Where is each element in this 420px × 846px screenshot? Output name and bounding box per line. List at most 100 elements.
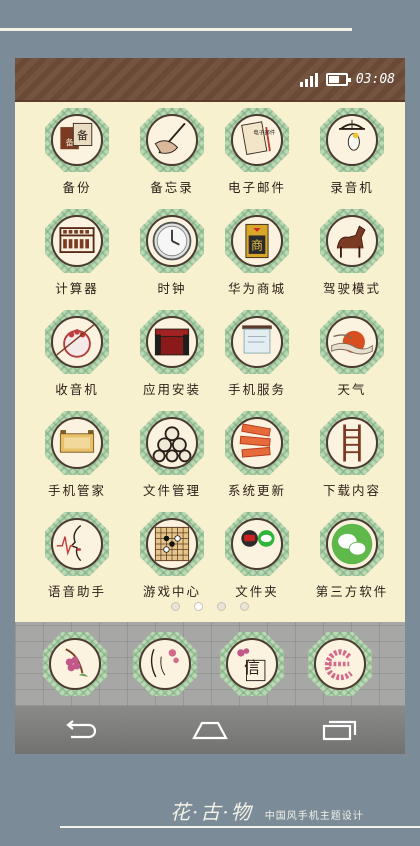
app-label: 手机管家 (47, 483, 106, 498)
dock-messages-letter[interactable]: 信 (207, 632, 297, 696)
app-badge (308, 632, 372, 696)
app-ladder[interactable]: 下载内容 (307, 411, 397, 499)
app-badge (140, 512, 204, 576)
app-badge: 电子邮件 (225, 108, 289, 172)
app-label: 第三方软件 (315, 584, 389, 599)
shop-sign-icon: 商 (245, 223, 269, 259)
phone-flower-icon (65, 648, 88, 677)
dock-contacts-lady[interactable] (120, 632, 210, 696)
coins-icon (152, 426, 192, 463)
app-label: 手机服务 (227, 382, 286, 397)
app-brush-memo[interactable]: 备忘录 (127, 108, 217, 196)
theme-credit: 花·古·物 中国风手机主题设计 (170, 796, 364, 825)
app-badge (320, 108, 384, 172)
page-indicator (15, 602, 405, 611)
app-label: 收音机 (55, 382, 99, 397)
app-label: 应用安装 (142, 382, 201, 397)
app-badge (320, 411, 384, 475)
app-backup[interactable]: 备备备份 (32, 108, 122, 196)
dock-browser-flower-e[interactable] (295, 632, 385, 696)
app-label: 电子邮件 (227, 180, 286, 195)
app-badge (43, 632, 107, 696)
app-chest[interactable]: 应用安装 (127, 310, 217, 398)
back-button[interactable] (50, 715, 110, 745)
app-go-board[interactable]: 游戏中心 (127, 512, 217, 600)
app-sun-cloud[interactable]: 天气 (307, 310, 397, 398)
app-label: 备忘录 (150, 180, 194, 195)
top-decor-line (0, 28, 352, 31)
app-letter[interactable]: 电子邮件 电子邮件 (212, 108, 302, 196)
app-label: 语音助手 (47, 584, 106, 599)
app-abacus[interactable]: 计算器 (32, 209, 122, 297)
go-board-icon (154, 526, 190, 562)
signal-icon (299, 72, 318, 87)
contacts-lady-icon (150, 648, 179, 678)
app-box[interactable]: 手机管家 (32, 411, 122, 499)
app-label: 录音机 (330, 180, 374, 195)
app-badge (140, 209, 204, 273)
app-label: 华为商城 (227, 281, 286, 296)
box-icon (59, 430, 95, 453)
app-label: 备份 (62, 180, 92, 195)
app-wechat[interactable]: 第三方软件 (307, 512, 397, 600)
app-badge (225, 411, 289, 475)
sun-cloud-icon (331, 330, 373, 355)
ladder-icon (343, 424, 361, 462)
recents-button[interactable] (310, 715, 370, 745)
app-badge (45, 512, 109, 576)
app-badge (45, 411, 109, 475)
dock: 信 (15, 622, 405, 706)
app-badge (45, 310, 109, 374)
app-fan[interactable]: 系统更新 (212, 411, 302, 499)
app-coins[interactable]: 文件管理 (127, 411, 217, 499)
app-badge (140, 310, 204, 374)
app-label: 文件管理 (142, 483, 201, 498)
app-badge (320, 310, 384, 374)
app-badge (140, 411, 204, 475)
app-label: 文件夹 (235, 584, 279, 599)
dock-phone-flower[interactable] (30, 632, 120, 696)
app-horse[interactable]: 驾驶模式 (307, 209, 397, 297)
recents-icon (322, 720, 357, 741)
clock-icon (152, 221, 192, 261)
phone-screen: 03:08 备备备份 备忘录 电子邮件 电子邮件 录音机 计算器 时钟商华为商城 驾驶模式 收音… (15, 58, 405, 754)
page-dot[interactable] (171, 602, 180, 611)
folder-icon (241, 530, 275, 547)
app-folder[interactable]: 文件夹 (212, 512, 302, 600)
home-button[interactable] (180, 715, 240, 745)
app-opera-mask[interactable]: 收音机 (32, 310, 122, 398)
scroll-icon (242, 325, 272, 354)
page-dot[interactable] (194, 602, 203, 611)
app-shop-sign[interactable]: 商华为商城 (212, 209, 302, 297)
dock-letter-text: 信 (244, 658, 261, 677)
brand-logo-text: 花·古·物 (170, 800, 253, 824)
app-label: 系统更新 (227, 483, 286, 498)
app-scroll[interactable]: 手机服务 (212, 310, 302, 398)
app-badge (225, 512, 289, 576)
theme-tagline: 中国风手机主题设计 (264, 811, 364, 822)
app-badge (133, 632, 197, 696)
app-badge (45, 209, 109, 273)
opera-mask-icon (56, 323, 96, 358)
app-badge (140, 108, 204, 172)
app-bird-cage[interactable]: 录音机 (307, 108, 397, 196)
app-badge (225, 310, 289, 374)
page-dot[interactable] (240, 602, 249, 611)
brush-memo-icon (154, 122, 186, 154)
app-clock[interactable]: 时钟 (127, 209, 217, 297)
status-time: 03:08 (355, 72, 395, 87)
back-arrow-icon (66, 720, 97, 739)
svg-text:商: 商 (251, 237, 263, 252)
navigation-bar (15, 706, 405, 754)
letter-icon: 电子邮件 (241, 121, 276, 155)
fan-icon (239, 423, 271, 458)
chest-icon (154, 328, 190, 356)
status-bar: 03:08 (15, 58, 405, 102)
app-badge: 商 (225, 209, 289, 273)
app-badge: 信 (220, 632, 284, 696)
app-badge (320, 209, 384, 273)
browser-flower-e-icon (324, 649, 353, 681)
app-face-profile[interactable]: 语音助手 (32, 512, 122, 600)
page-dot[interactable] (217, 602, 226, 611)
bottom-decor-line (60, 826, 420, 828)
